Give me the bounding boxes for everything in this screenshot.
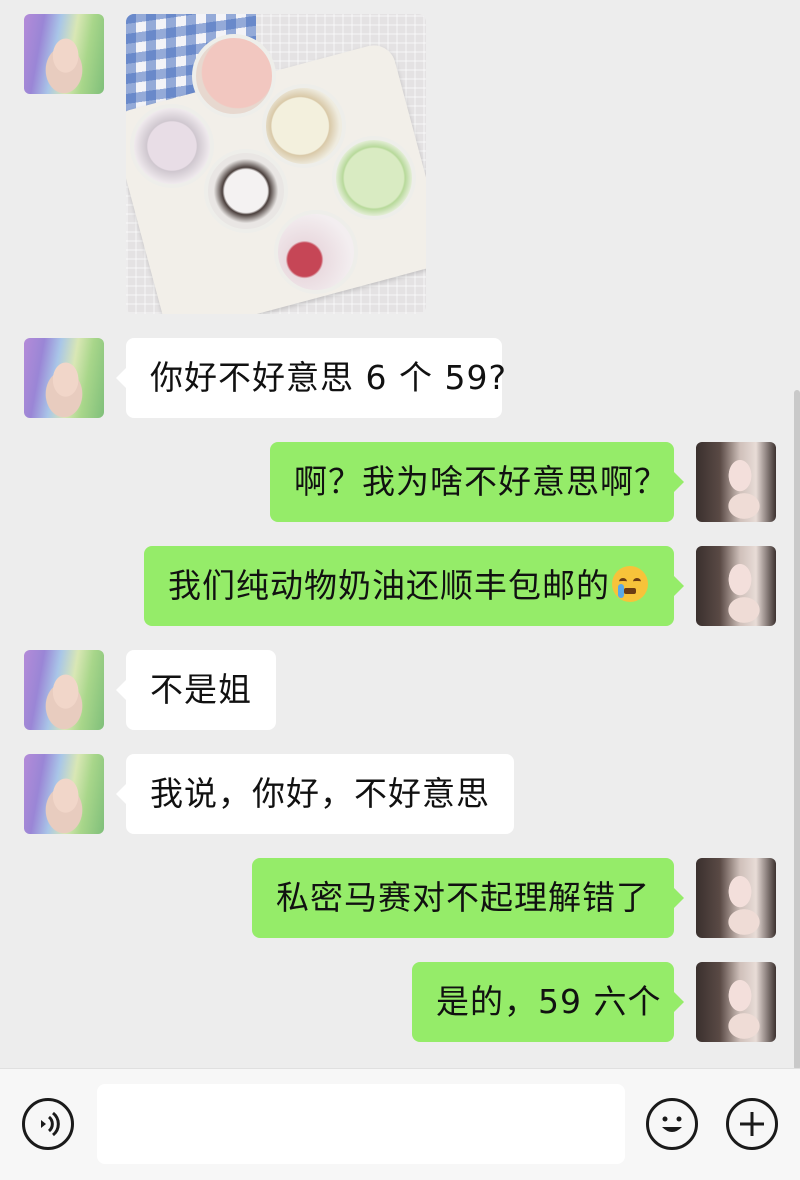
emoji-icon-glyph — [662, 1116, 682, 1132]
voice-icon-glyph — [41, 1111, 60, 1137]
outgoing-bubble[interactable]: 我们纯动物奶油还顺丰包邮的 — [144, 546, 684, 626]
message-text: 我们纯动物奶油还顺丰包邮的 — [168, 566, 610, 605]
my-avatar[interactable] — [696, 858, 776, 938]
cup-cream — [262, 84, 346, 168]
contact-avatar[interactable] — [24, 754, 104, 834]
contact-avatar[interactable] — [24, 338, 104, 418]
cup-oreo — [204, 149, 288, 233]
cup-redvelvet — [274, 210, 358, 294]
incoming-bubble[interactable]: 你好不好意思 6 个 59? — [116, 338, 506, 418]
chat-image[interactable] — [126, 14, 426, 314]
incoming-bubble[interactable]: 不是姐 — [116, 650, 276, 730]
scrollbar[interactable] — [794, 390, 800, 1070]
my-avatar[interactable] — [696, 442, 776, 522]
contact-avatar[interactable] — [24, 14, 104, 94]
plus-icon-glyph — [740, 1112, 764, 1136]
message-input[interactable] — [97, 1084, 625, 1164]
outgoing-bubble[interactable]: 是的，59 六个 — [412, 962, 684, 1042]
my-avatar[interactable] — [696, 546, 776, 626]
my-avatar[interactable] — [696, 962, 776, 1042]
plus-icon[interactable] — [726, 1098, 778, 1150]
cup-strawberry — [192, 34, 276, 118]
outgoing-bubble[interactable]: 啊？我为啥不好意思啊？ — [270, 442, 684, 522]
mouth — [624, 588, 636, 594]
cup-matcha — [332, 136, 416, 220]
cup-taro — [130, 104, 214, 188]
input-bar — [0, 1068, 800, 1180]
emoji-icon[interactable] — [646, 1098, 698, 1150]
chat-area: 你好不好意思 6 个 59? 啊？我为啥不好意思啊？ 我们纯动物奶油还顺丰包邮的… — [0, 0, 800, 1070]
incoming-bubble[interactable]: 我说，你好，不好意思 — [116, 754, 514, 834]
crying-face-icon — [612, 566, 648, 602]
contact-avatar[interactable] — [24, 650, 104, 730]
voice-icon[interactable] — [22, 1098, 74, 1150]
outgoing-bubble[interactable]: 私密马赛对不起理解错了 — [252, 858, 684, 938]
